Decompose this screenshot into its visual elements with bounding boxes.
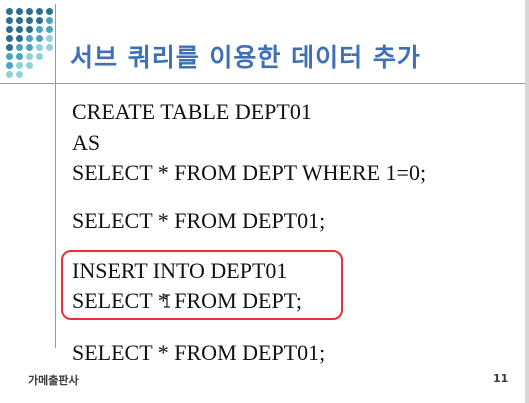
decoration-dot <box>6 44 13 51</box>
decoration-dot <box>26 8 33 15</box>
decoration-dot <box>36 17 43 24</box>
decoration-dot <box>26 26 33 33</box>
decoration-dot <box>6 8 13 15</box>
vertical-rule <box>55 4 56 348</box>
decoration-dot <box>6 62 13 69</box>
code-line-select-dept01: SELECT * FROM DEPT01; <box>72 208 326 233</box>
decoration-dot <box>26 53 33 60</box>
decoration-dot <box>16 71 23 78</box>
decoration-dot <box>6 35 13 42</box>
decoration-dot <box>16 26 23 33</box>
decoration-dot <box>16 35 23 42</box>
decoration-dot <box>26 35 33 42</box>
decoration-dot <box>26 17 33 24</box>
decoration-dot <box>36 53 43 60</box>
decoration-dot <box>16 8 23 15</box>
code-line-create: CREATE TABLE DEPT01 <box>72 99 312 124</box>
decoration-dot <box>36 35 43 42</box>
horizontal-rule <box>0 83 529 84</box>
decoration-dot <box>16 17 23 24</box>
decoration-dot <box>46 35 53 42</box>
decoration-dot <box>6 26 13 33</box>
decoration-dot <box>26 62 33 69</box>
code-line-as: AS <box>72 130 101 155</box>
decoration-dot <box>36 8 43 15</box>
decoration-dot <box>46 44 53 51</box>
window-edge <box>525 0 529 403</box>
slide: 서브 쿼리를 이용한 데이터 추가 CREATE TABLE DEPT01 AS… <box>0 0 529 403</box>
decoration-dot <box>16 44 23 51</box>
text-cursor-icon <box>164 294 170 308</box>
dot-grid-decoration <box>2 4 62 78</box>
decoration-dot <box>26 44 33 51</box>
decoration-dot <box>46 17 53 24</box>
page-number: 11 <box>493 372 509 385</box>
decoration-dot <box>6 17 13 24</box>
decoration-dot <box>16 53 23 60</box>
decoration-dot <box>6 53 13 60</box>
footer-publisher: 가메출판사 <box>28 374 79 387</box>
code-line-select-where: SELECT * FROM DEPT WHERE 1=0; <box>72 160 427 185</box>
decoration-dot <box>46 26 53 33</box>
decoration-dot <box>6 71 13 78</box>
decoration-dot <box>16 62 23 69</box>
decoration-dot <box>36 26 43 33</box>
code-line-insert: INSERT INTO DEPT01 <box>72 258 288 283</box>
code-line-select-dept: SELECT * FROM DEPT; <box>72 288 303 313</box>
decoration-dot <box>36 44 43 51</box>
decoration-dot <box>46 8 53 15</box>
code-line-select-dept01-final: SELECT * FROM DEPT01; <box>72 340 326 365</box>
slide-title: 서브 쿼리를 이용한 데이터 추가 <box>70 43 421 72</box>
